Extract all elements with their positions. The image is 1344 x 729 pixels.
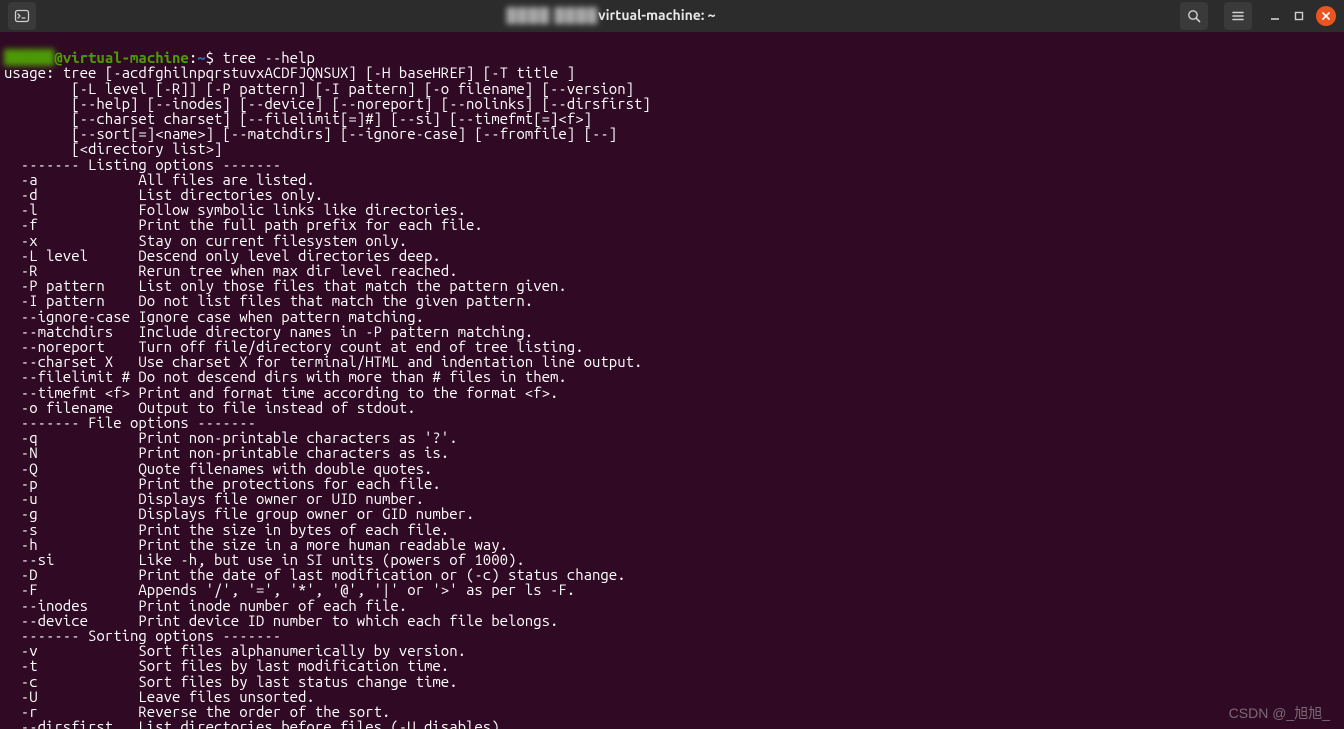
title-suffix: virtual-machine: ~ — [598, 7, 715, 23]
watermark: CSDN @_旭旭_ — [1229, 706, 1330, 721]
command-output: usage: tree [-acdfghilnpqrstuvxACDFJQNSU… — [4, 65, 1340, 729]
new-tab-button[interactable] — [8, 2, 36, 30]
menu-button[interactable] — [1224, 2, 1252, 30]
terminal-icon — [14, 8, 30, 24]
window-titlebar: ████ ████virtual-machine: ~ — [0, 0, 1344, 32]
window-title: ████ ████virtual-machine: ~ — [42, 8, 1180, 23]
minimize-icon — [1269, 10, 1281, 22]
close-button[interactable] — [1316, 6, 1336, 26]
close-icon — [1321, 11, 1331, 21]
maximize-button[interactable] — [1292, 9, 1306, 23]
minimize-button[interactable] — [1268, 9, 1282, 23]
search-button[interactable] — [1180, 2, 1208, 30]
terminal-viewport[interactable]: ██████@virtual-machine:~$ tree --help us… — [0, 32, 1344, 729]
title-user-blur: ████ ████ — [507, 7, 599, 23]
maximize-icon — [1293, 10, 1305, 22]
hamburger-icon — [1230, 8, 1246, 24]
search-icon — [1186, 8, 1202, 24]
